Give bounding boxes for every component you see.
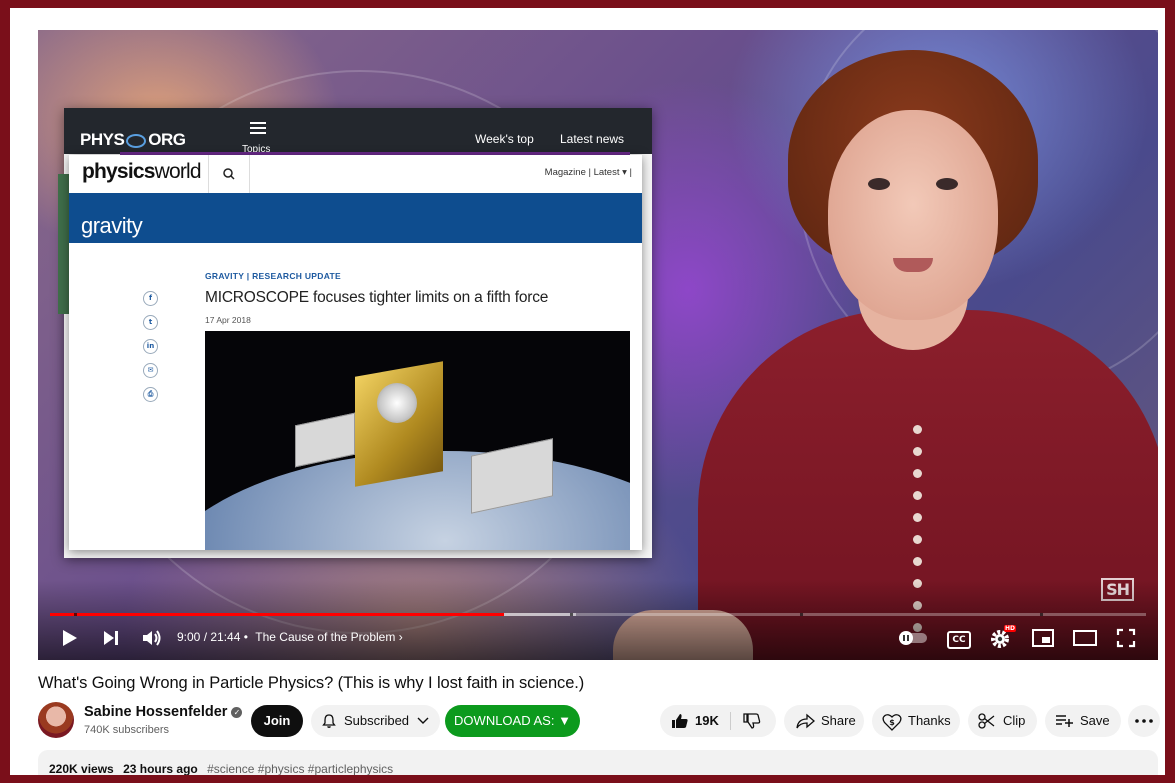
section-band: gravity [69,193,642,243]
satellite-body [355,361,443,487]
search-box [208,155,250,193]
like-count: 19K [695,713,719,728]
hd-badge: HD [1004,625,1017,632]
save-label: Save [1080,713,1110,728]
physicsworld-header: physicsworld Magazine | Latest ▾ | [69,155,642,194]
bell-icon [322,714,336,728]
svg-text:$: $ [889,718,895,727]
clip-label: Clip [1003,713,1026,728]
physorg-logo: PHYS ORG [80,130,186,149]
upload-age: 23 hours ago [123,762,198,775]
more-actions-button[interactable] [1128,705,1160,737]
more-horizontal-icon [1135,719,1153,723]
chevron-right-icon[interactable]: › [399,630,403,644]
description-meta: 220K views 23 hours ago #science #physic… [49,762,393,775]
chapter-marker [570,613,573,616]
download-button[interactable]: DOWNLOAD AS: ▼ [445,705,580,737]
join-button[interactable]: Join [251,705,303,737]
chapter-marker [800,613,803,616]
video-player[interactable]: PHYS ORG Topics Week's top Latest news ph… [38,30,1158,660]
volume-icon[interactable] [141,628,163,648]
subscribed-label: Subscribed [344,713,410,728]
chapter-marker [1040,613,1043,616]
autoplay-toggle[interactable] [898,630,928,646]
nav-weeks-top: Week's top [475,132,534,146]
article-tag: GRAVITY | RESEARCH UPDATE [205,271,341,281]
video-title: What's Going Wrong in Particle Physics? … [38,674,585,692]
thumbs-up-icon[interactable] [671,713,689,729]
view-count: 220K views [49,762,114,775]
physicsworld-page: physicsworld Magazine | Latest ▾ | gravi… [69,155,642,550]
channel-name[interactable]: Sabine Hossenfelder ✓ [84,704,243,720]
thanks-button[interactable]: $ Thanks [872,705,960,737]
time-current-duration: 9:00 / 21:44 [177,630,241,644]
satellite-image [205,331,630,550]
thanks-label: Thanks [908,713,951,728]
twitter-icon: t [143,315,158,330]
facebook-icon: f [143,291,158,306]
channel-avatar[interactable] [38,702,74,738]
subscribed-button[interactable]: Subscribed [311,705,440,737]
theater-mode-icon[interactable] [1073,630,1097,646]
nav-latest-news: Latest news [560,132,625,146]
linkedin-icon: in [143,339,158,354]
heart-dollar-icon: $ [882,714,902,731]
share-button[interactable]: Share [784,705,864,737]
page: PHYS ORG Topics Week's top Latest news ph… [10,8,1165,775]
presenter-eye [936,178,958,190]
print-icon: ⎙ [143,387,158,402]
presenter-face [828,110,998,320]
description-box[interactable]: 220K views 23 hours ago #science #physic… [38,750,1158,775]
next-icon[interactable] [101,628,121,648]
article-headline: MICROSCOPE focuses tighter limits on a f… [205,289,549,306]
fullscreen-icon[interactable] [1116,628,1136,648]
clip-button[interactable]: Clip [968,705,1037,737]
like-divider [730,712,731,730]
chapter-marker [74,613,77,616]
hamburger-menu-icon [250,122,266,137]
playlist-add-icon [1056,715,1073,727]
presenter-eye [868,178,890,190]
subscriber-count: 740K subscribers [84,724,169,736]
thumbs-down-icon[interactable] [743,713,761,729]
time-display: 9:00 / 21:44 • The Cause of the Problem … [177,630,403,644]
play-icon[interactable] [60,628,80,648]
miniplayer-icon[interactable] [1032,629,1054,647]
captions-button[interactable]: CC [947,631,971,649]
save-button[interactable]: Save [1045,705,1121,737]
email-icon: ✉ [143,363,158,378]
share-icon [796,713,815,729]
chapter-title[interactable]: The Cause of the Problem [255,630,395,644]
share-icons: f t in ✉ ⎙ [143,291,158,411]
progress-played [50,613,504,616]
like-dislike-bar[interactable]: 19K [660,705,776,737]
progress-bar[interactable] [50,613,1146,616]
chevron-down-icon [417,717,429,724]
section-title: gravity [81,213,143,238]
search-icon [223,168,235,180]
physicsworld-logo: physicsworld [82,160,202,183]
satellite-dish [377,383,417,423]
share-label: Share [821,713,856,728]
verified-icon: ✓ [231,707,243,718]
scissors-icon [978,713,995,729]
article-date: 17 Apr 2018 [205,315,251,325]
physicsworld-nav: Magazine | Latest ▾ | [544,167,632,178]
hashtags[interactable]: #science #physics #particlephysics [207,762,393,775]
